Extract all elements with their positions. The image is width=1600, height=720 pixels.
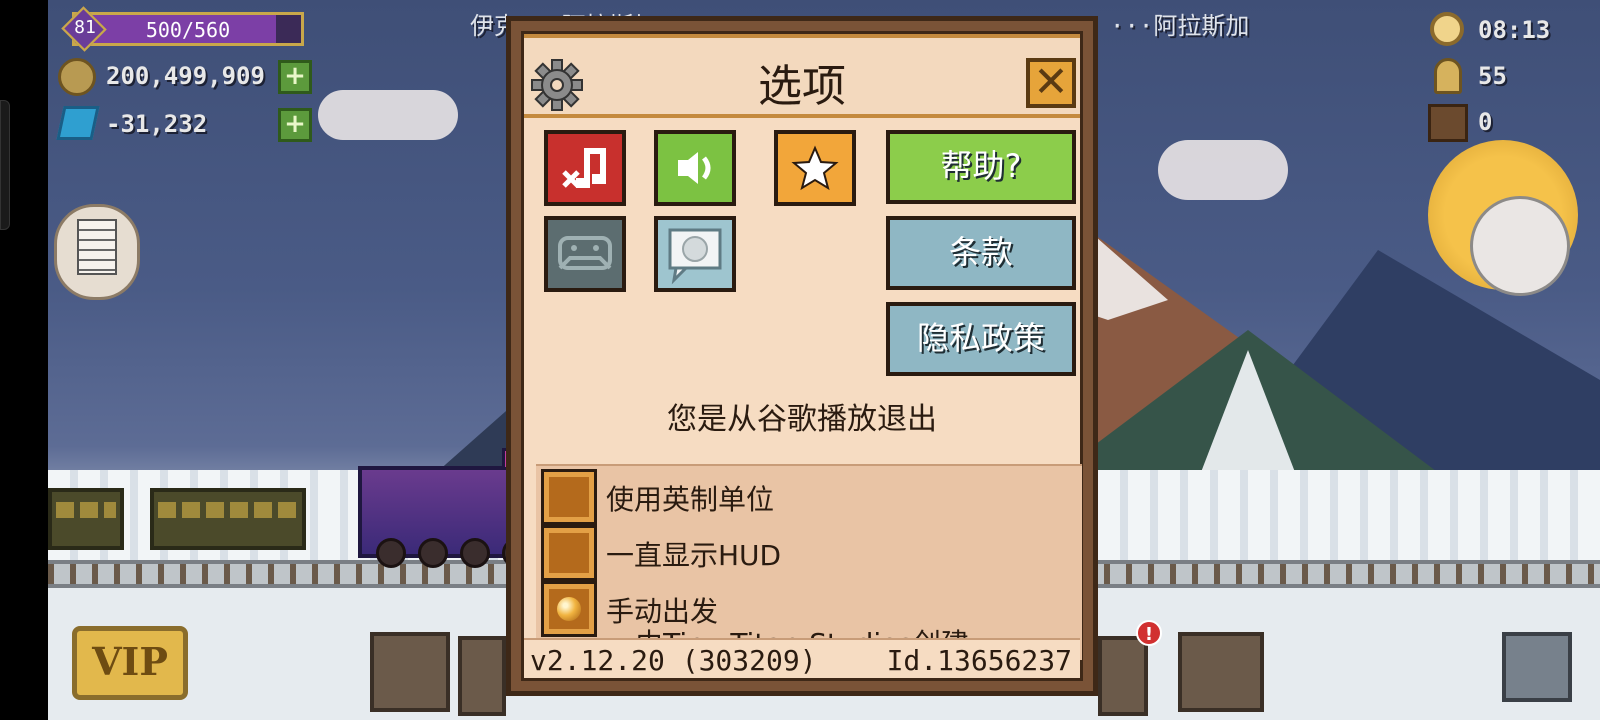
option-label: 使用英制单位 [606,483,775,516]
coin-icon [58,58,96,96]
options-dialog: 选项 ✕ 帮助? 条款 隐私政策 您是从谷歌播放退出 使用英制单位 一直显示HU… [506,16,1098,696]
shop-button[interactable] [1178,632,1264,712]
game-controller-button[interactable] [544,216,626,292]
build-button[interactable] [458,636,506,716]
xp-label: 500/560 [145,18,231,42]
sound-on-icon [678,152,711,184]
cargo-count: 0 [1478,108,1493,136]
language-button[interactable] [654,216,736,292]
route-label-right: ···阿拉斯加 [1110,12,1250,40]
passenger-icon [1434,58,1462,94]
wheel [418,538,448,568]
wheel [460,538,490,568]
dialog-title: 选项 [758,61,846,112]
settings-gear-button[interactable] [1502,632,1572,702]
star-icon [791,145,839,191]
level-label: 81 [74,17,96,38]
alert-badge: ! [1136,620,1162,646]
imperial-units-checkbox[interactable] [541,469,597,525]
user-id-label: Id.13656237 [886,644,1072,677]
vip-button[interactable]: VIP [72,626,188,700]
wheel [376,538,406,568]
add-coins-button[interactable]: + [278,60,312,94]
add-gems-button[interactable]: + [278,108,312,142]
version-label: v2.12.20 (303209) [530,644,817,677]
favorite-button[interactable] [774,130,856,206]
options-dialog-body: 选项 ✕ 帮助? 条款 隐私政策 您是从谷歌播放退出 使用英制单位 一直显示HU… [521,31,1083,681]
dialog-titlebar: 选项 ✕ [524,34,1080,118]
journal-button[interactable] [370,632,450,712]
music-off-icon [562,148,606,188]
sound-toggle-button[interactable] [654,130,736,206]
passenger-count: 55 [1478,62,1507,90]
news-button[interactable] [54,204,140,300]
music-toggle-button[interactable] [544,130,626,206]
help-button[interactable]: 帮助? [886,130,1076,204]
gem-count: -31,232 [106,110,208,138]
option-label: 一直显示HUD [606,539,782,572]
train-car[interactable] [48,488,124,550]
gamepad-icon [558,236,612,270]
train-car[interactable] [150,488,306,550]
clock-icon [1430,12,1464,46]
phone-edge [0,100,10,230]
terms-button[interactable]: 条款 [886,216,1076,290]
close-button[interactable]: ✕ [1026,58,1076,108]
dialog-footer: v2.12.20 (303209) Id.13656237 [524,638,1080,678]
gem-icon [56,106,100,140]
chat-globe-icon [668,228,722,285]
station-button[interactable] [1098,636,1148,716]
destination-island[interactable] [1470,196,1570,296]
cloud [318,90,458,140]
clock-time: 08:13 [1478,16,1551,44]
cargo-icon [1428,104,1468,142]
privacy-policy-button[interactable]: 隐私政策 [886,302,1076,376]
document-icon [77,219,117,275]
always-show-hud-checkbox[interactable] [541,525,597,581]
cloud [1158,140,1288,200]
coin-count: 200,499,909 [106,62,265,90]
sign-in-status: 您是从谷歌播放退出 [667,402,937,437]
